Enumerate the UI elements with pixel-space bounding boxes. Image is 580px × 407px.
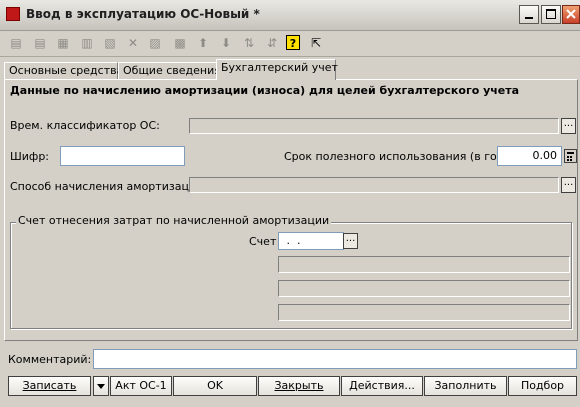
subconto-1-field (278, 256, 570, 273)
subconto-2-field (278, 280, 570, 297)
account-label: Счет (249, 235, 277, 248)
close-form-button[interactable]: Закрыть (258, 376, 340, 396)
edit-line-icon[interactable]: ▦ (55, 35, 71, 51)
save-menu-button[interactable] (93, 376, 109, 396)
actions-button[interactable]: Действия... (341, 376, 423, 396)
tab-label: Основные средства (9, 64, 124, 77)
ok-button[interactable]: OK (173, 376, 257, 396)
mark-delete-icon[interactable]: ✕ (125, 35, 141, 51)
method-select-button[interactable]: ... (561, 177, 576, 193)
useful-life-label: Срок полезного использования (в годах): (284, 150, 526, 163)
group-title: Счет отнесения затрат по начисленной амо… (16, 214, 332, 227)
delete-line-icon[interactable]: ▥ (79, 35, 95, 51)
account-select-button[interactable]: ... (343, 233, 358, 249)
method-label: Способ начисления амортизации: (10, 180, 207, 193)
close-icon (566, 9, 576, 19)
tab-label: Общие сведения (123, 64, 221, 77)
tab-accounting[interactable]: Бухгалтерский учет (216, 59, 338, 80)
cipher-label: Шифр: (10, 150, 50, 163)
maximize-button[interactable] (541, 5, 561, 24)
useful-life-input[interactable]: 0.00 (497, 146, 562, 166)
comment-input[interactable] (93, 349, 577, 369)
comment-label: Комментарий: (8, 353, 92, 366)
context-help-icon[interactable]: ⇱ (308, 35, 324, 51)
account-input[interactable]: . . (278, 232, 344, 250)
classifier-label: Врем. классификатор ОС: (10, 119, 160, 132)
edit-icon[interactable]: ▨ (147, 35, 163, 51)
tab-label: Бухгалтерский учет (221, 61, 338, 74)
fill-button[interactable]: Заполнить (424, 376, 507, 396)
window-title: Ввод в эксплуатацию ОС-Новый * (26, 7, 260, 21)
insert-icon[interactable]: ▩ (172, 35, 188, 51)
calculator-icon[interactable] (564, 149, 577, 163)
end-edit-icon[interactable]: ▧ (102, 35, 118, 51)
new-line-icon[interactable]: ▤ (8, 35, 24, 51)
minimize-button[interactable] (519, 5, 539, 24)
section-heading: Данные по начислению амортизации (износа… (10, 84, 520, 97)
move-down-icon[interactable]: ⬇ (218, 35, 234, 51)
app-icon (6, 7, 20, 21)
chevron-down-icon (97, 384, 105, 389)
cipher-input[interactable] (60, 146, 185, 166)
classifier-field (189, 118, 559, 134)
maximize-icon (546, 9, 556, 19)
help-icon[interactable]: ? (286, 35, 300, 50)
copy-line-icon[interactable]: ▤ (32, 35, 48, 51)
move-up-icon[interactable]: ⬆ (195, 35, 211, 51)
sort-asc-icon[interactable]: ⇅ (241, 35, 257, 51)
minimize-icon (525, 17, 533, 19)
classifier-select-button[interactable]: ... (561, 118, 576, 134)
close-button[interactable] (562, 5, 580, 24)
tab-fixed-assets[interactable]: Основные средства (4, 62, 123, 79)
save-button[interactable]: Записать (8, 376, 91, 396)
select-button[interactable]: Подбор (508, 376, 577, 396)
method-field (189, 177, 559, 193)
tab-general-info[interactable]: Общие сведения (118, 62, 221, 79)
subconto-3-field (278, 304, 570, 321)
act-os1-button[interactable]: Акт ОС-1 (110, 376, 172, 396)
sort-desc-icon[interactable]: ⇵ (264, 35, 280, 51)
